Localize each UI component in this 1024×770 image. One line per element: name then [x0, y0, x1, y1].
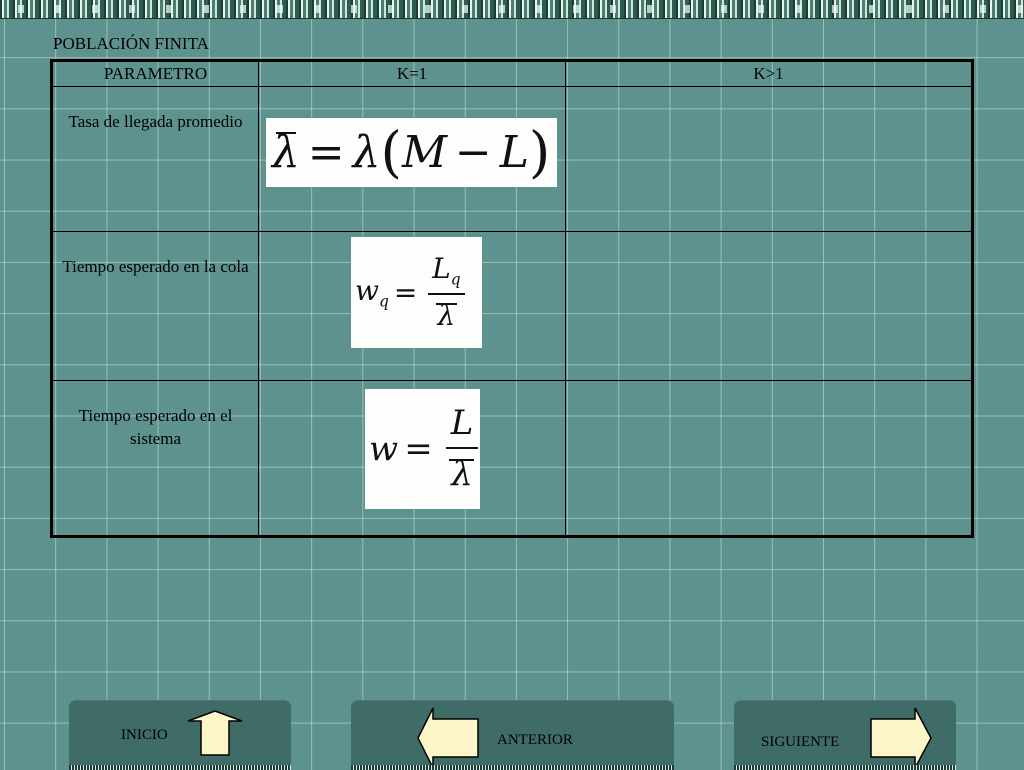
circuit-nodes-decoration	[0, 5, 1024, 13]
fraction-line	[427, 292, 465, 295]
formula-cell-system-wait-kgt1	[565, 380, 973, 537]
fraction-line	[445, 446, 479, 449]
formula-close-paren: )	[528, 120, 551, 184]
row-label-system-wait: Tiempo esperado en el sistema	[51, 380, 259, 537]
formula-fraction: L λ	[445, 402, 479, 495]
formula-cell-queue-wait-kgt1	[565, 231, 973, 381]
slide-title: POBLACIÓN FINITA	[53, 34, 209, 53]
table-row-system-wait: Tiempo esperado en el sistema w = L λ	[51, 380, 973, 537]
inicio-label: INICIO	[121, 727, 168, 743]
formula-numerator: Lq	[428, 251, 465, 289]
formula-wq: wq	[355, 274, 389, 311]
formula-fraction: Lq λ	[427, 251, 465, 332]
formula-arrival-rate: λ = λ(M − L)	[266, 118, 557, 187]
formula-cell-queue-wait-k1: wq = Lq λ	[258, 231, 566, 381]
formula-l: L	[432, 251, 451, 285]
formula-w: w	[355, 274, 379, 308]
formula-sub-q: q	[378, 292, 389, 311]
siguiente-button[interactable]: SIGUIENTE	[734, 700, 956, 770]
formula-lambda-bar: λ	[433, 299, 459, 332]
formula-queue-wait: wq = Lq λ	[351, 237, 482, 348]
table-row-queue-wait: Tiempo esperado en la cola wq = Lq λ	[51, 231, 973, 381]
table-header-row: PARAMETRO K=1 K>1	[51, 60, 973, 87]
header-parametro: PARAMETRO	[51, 60, 259, 87]
row-label-queue-wait: Tiempo esperado en la cola	[51, 231, 259, 381]
formula-equals: =	[404, 429, 433, 469]
inicio-button[interactable]: INICIO	[69, 700, 291, 770]
formula-cell-system-wait-k1: w = L λ	[258, 380, 566, 537]
formula-l: L	[499, 127, 529, 178]
formula-equals: =	[307, 127, 345, 178]
formula-minus: −	[454, 127, 492, 178]
anterior-button[interactable]: ANTERIOR	[351, 700, 674, 770]
formula-cell-arrival-rate-kgt1	[565, 86, 973, 232]
circuit-decoration-strip	[0, 0, 1024, 19]
formula-sub-q: q	[450, 270, 461, 289]
formula-system-wait: w = L λ	[365, 389, 480, 509]
anterior-label: ANTERIOR	[497, 732, 573, 748]
table-row-arrival-rate: Tasa de llegada promedio λ = λ(M − L)	[51, 86, 973, 232]
formula-numerator: L	[450, 402, 474, 443]
formula-lambda-bar: λ	[446, 455, 478, 494]
formula-cell-arrival-rate-k1: λ = λ(M − L)	[258, 86, 566, 232]
parameters-table: PARAMETRO K=1 K>1 Tasa de llegada promed…	[50, 59, 974, 538]
header-k-equals-1: K=1	[258, 60, 566, 87]
formula-lambda-bar: λ	[272, 127, 300, 178]
row-label-arrival-rate: Tasa de llegada promedio	[51, 86, 259, 232]
header-k-greater-1: K>1	[565, 60, 973, 87]
formula-equals: =	[393, 276, 418, 309]
formula-m: M	[401, 127, 447, 178]
formula-open-paren: (	[380, 120, 402, 184]
formula-lambda: λ	[352, 127, 381, 178]
formula-w: w	[369, 429, 399, 469]
siguiente-label: SIGUIENTE	[761, 734, 840, 750]
